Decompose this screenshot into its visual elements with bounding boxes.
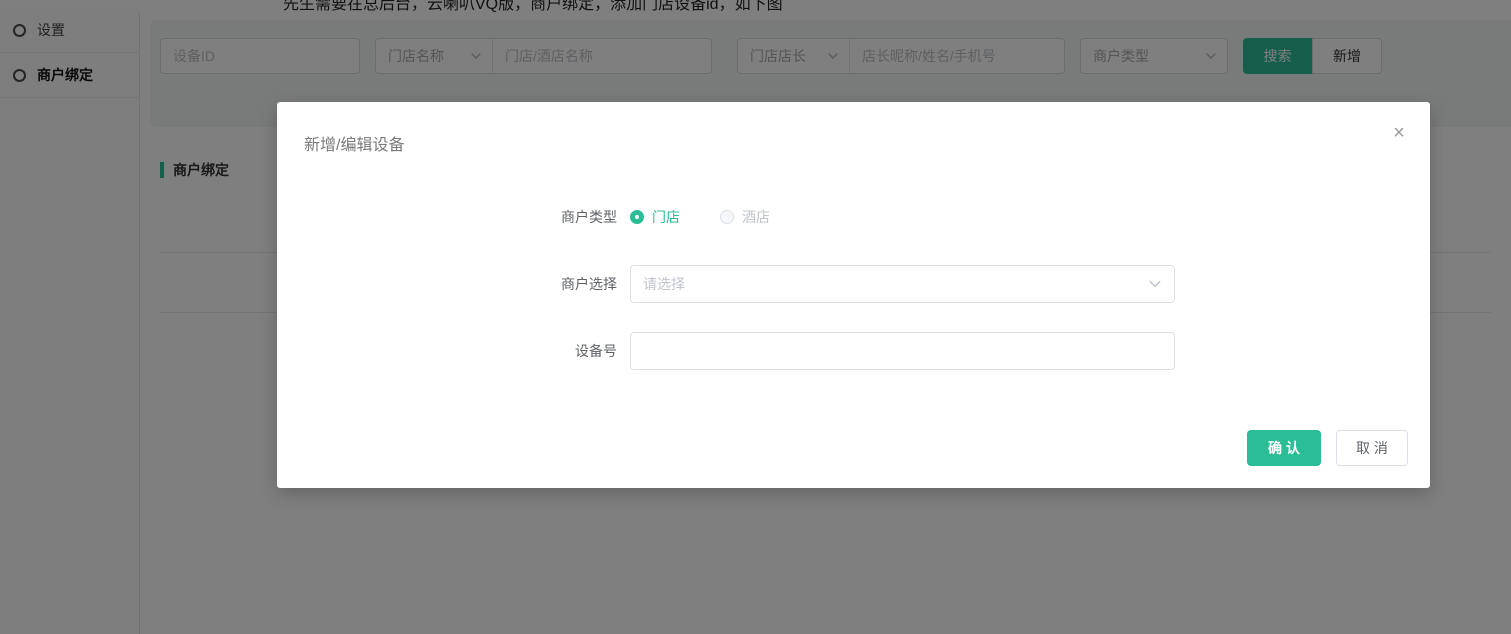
modal-close-button[interactable]: × <box>1386 120 1412 146</box>
radio-selected-icon <box>630 210 644 224</box>
merchant-type-label: 商户类型 <box>561 209 617 225</box>
merchant-type-row: 商户类型 门店 酒店 <box>277 206 770 228</box>
chevron-down-icon <box>1149 280 1161 288</box>
app-root: 先生需要在总后台，云喇叭VQ版，商户绑定，添加门店设备id，如下图 设置 商户绑… <box>0 0 1511 634</box>
merchant-select-label: 商户选择 <box>561 276 617 292</box>
device-number-row: 设备号 <box>277 332 1175 370</box>
radio-store[interactable]: 门店 <box>630 207 680 227</box>
modal-title: 新增/编辑设备 <box>304 137 405 154</box>
radio-hotel-label: 酒店 <box>742 209 770 225</box>
confirm-button[interactable]: 确 认 <box>1247 430 1321 466</box>
device-number-label: 设备号 <box>575 343 617 359</box>
close-icon: × <box>1393 122 1405 144</box>
radio-hotel[interactable]: 酒店 <box>720 207 770 227</box>
merchant-select-placeholder: 请选择 <box>643 276 685 292</box>
merchant-select-row: 商户选择 请选择 <box>277 265 1175 303</box>
merchant-select[interactable]: 请选择 <box>630 265 1175 303</box>
radio-store-label: 门店 <box>652 209 680 225</box>
cancel-button[interactable]: 取 消 <box>1336 430 1408 466</box>
device-number-input[interactable] <box>630 332 1175 370</box>
add-edit-device-modal: 新增/编辑设备 × 商户类型 门店 酒店 商户选择 请选择 设备号 确 认 取 … <box>277 102 1430 488</box>
radio-unselected-icon <box>720 210 734 224</box>
